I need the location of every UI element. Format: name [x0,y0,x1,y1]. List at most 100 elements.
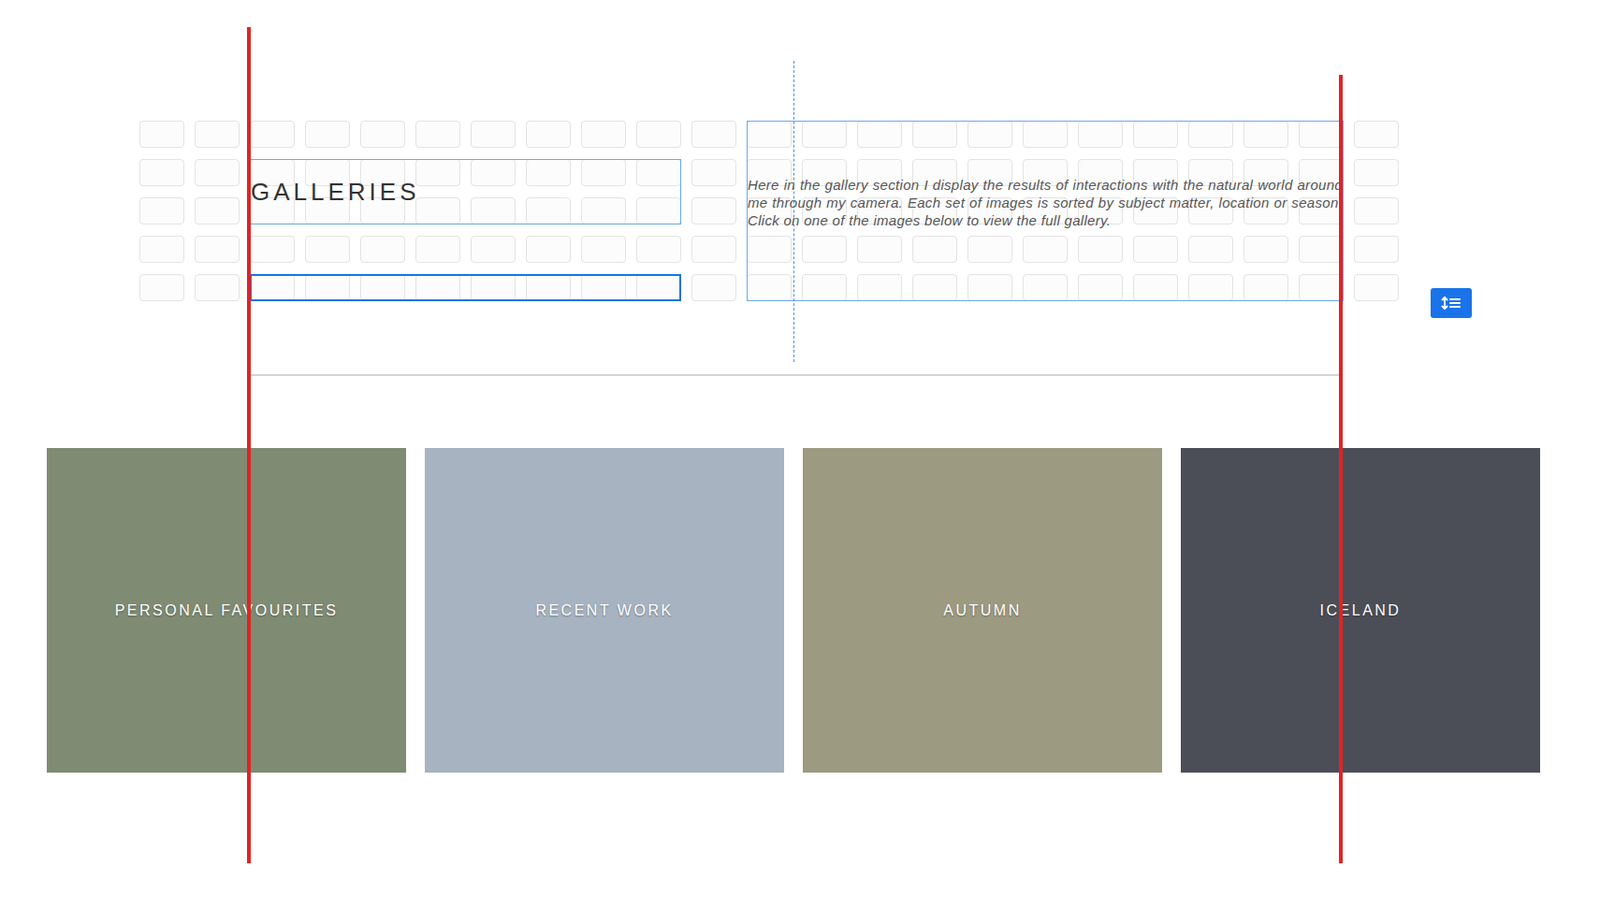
grid-cell [691,197,737,225]
grid-cell [691,159,737,187]
grid-cell [470,120,516,148]
grid-cell [636,274,682,302]
grid-cell [249,274,295,302]
margin-guide [1338,74,1343,864]
grid-cell [360,235,406,263]
grid-cell [1243,235,1289,263]
grid-cell [1077,120,1123,148]
grid-cell [1353,235,1399,263]
gallery-tile[interactable]: PERSONAL FAVOURITES [46,448,407,773]
center-guide [793,60,795,363]
divider [248,374,1340,377]
grid-cell [470,235,516,263]
grid-cell [857,120,902,148]
grid-cell [691,120,737,148]
grid-cell [967,274,1013,302]
grid-cell [139,197,185,225]
grid-cell [249,120,295,148]
grid-cell [305,235,350,263]
grid-cell [415,274,461,302]
grid-cell [857,274,902,302]
grid-cell [581,274,626,302]
grid-cell [1188,235,1234,263]
grid-cell [1133,274,1179,302]
gallery-label[interactable]: AUTUMN [943,602,1021,620]
grid-cell [1022,274,1068,302]
grid-cell [415,159,461,187]
grid-cell [305,120,350,148]
section-heading[interactable]: GALLERIES [250,177,421,207]
grid-cell [470,274,516,302]
grid-cell [249,235,295,263]
grid-cell [194,197,240,225]
grid-cell [360,274,406,302]
gallery-label[interactable]: RECENT WORK [535,602,673,620]
grid-cell [139,159,185,187]
grid-cell [801,120,847,148]
gallery-label[interactable]: PERSONAL FAVOURITES [115,602,339,620]
grid-cell [967,235,1013,263]
gallery-label[interactable]: ICELAND [1320,602,1402,620]
grid-cell [1298,120,1344,148]
grid-cell [691,274,737,302]
grid-cell [1133,120,1179,148]
grid-cell [801,235,847,263]
heading-block[interactable]: GALLERIES [249,159,682,225]
grid-cell [1022,235,1068,263]
grid-cell [801,274,847,302]
grid-cell [691,235,737,263]
grid-cell [194,159,240,187]
grid-cell [1022,120,1068,148]
empty-block[interactable] [249,274,682,302]
grid-cell [525,235,571,263]
grid-cell [470,159,516,187]
grid-cell [525,120,571,148]
grid-cell [194,120,240,148]
grid-cell [360,120,406,148]
grid-cell [912,235,958,263]
grid-cell [967,120,1013,148]
grid-cell [1353,159,1399,187]
grid-cell [415,235,461,263]
grid-cell [912,120,958,148]
grid-cell [746,235,792,263]
grid-cell [1188,274,1234,302]
grid-cell [581,235,626,263]
grid-cell [139,274,185,302]
editor-canvas: GALLERIES Here in the gallery section I d… [0,0,1600,897]
grid-cell [194,274,240,302]
grid-cell [1353,120,1399,148]
grid-cell [1077,274,1123,302]
line-spacing-button[interactable] [1430,288,1472,319]
grid-cell [139,120,185,148]
grid-cell [1243,274,1289,302]
grid-cell [636,235,682,263]
gallery-tile[interactable]: AUTUMN [802,448,1163,773]
grid-cell [470,197,516,225]
gallery-tile[interactable]: ICELAND [1180,448,1541,773]
grid-cell [581,159,626,187]
layout-grid: GALLERIES Here in the gallery section I d… [139,120,1399,302]
grid-cell [415,197,461,225]
margin-guide [247,27,251,864]
grid-cell [912,274,958,302]
grid-cell [1298,235,1344,263]
section-description[interactable]: Here in the gallery section I display th… [747,175,1343,230]
text-block[interactable]: Here in the gallery section I display th… [746,120,1344,302]
grid-cell [581,120,626,148]
grid-cell [1353,197,1399,225]
grid-cell [857,235,902,263]
line-spacing-icon [1440,295,1462,311]
grid-cell [636,120,682,148]
grid-cell [1243,120,1289,148]
grid-cell [525,197,571,225]
grid-cell [746,274,792,302]
gallery-tile[interactable]: RECENT WORK [424,448,785,773]
grid-cell [525,274,571,302]
grid-cell [139,235,185,263]
grid-cell [636,159,682,187]
grid-cell [525,159,571,187]
grid-cell [1133,235,1179,263]
grid-cell [194,235,240,263]
grid-cell [746,120,792,148]
